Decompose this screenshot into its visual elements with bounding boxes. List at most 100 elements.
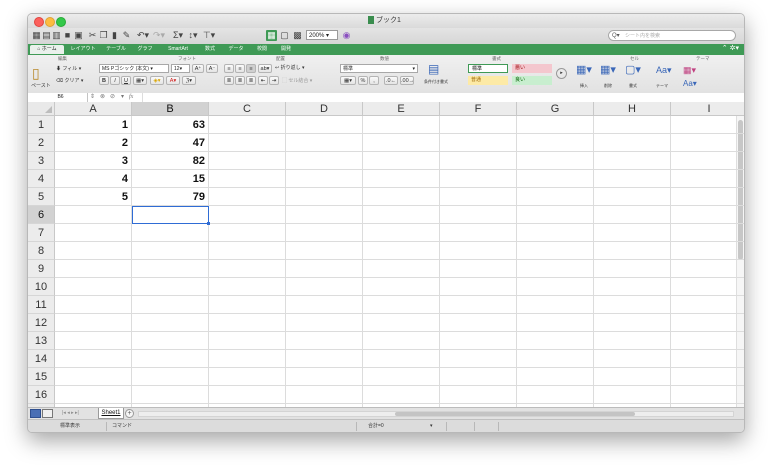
theme-fonts-icon[interactable]: Aa▾ — [683, 79, 697, 88]
underline-button[interactable]: U — [121, 76, 131, 85]
cell-b3[interactable]: 82 — [132, 152, 209, 170]
column-header-e[interactable]: E — [363, 102, 440, 116]
open-icon[interactable]: ▥ — [52, 30, 61, 41]
cell-b4[interactable]: 15 — [132, 170, 209, 188]
name-box-stepper-icon[interactable]: ⇕ — [90, 93, 95, 102]
number-format-select[interactable]: 標準 ▾ — [340, 64, 418, 73]
row-header-15[interactable]: 15 — [28, 368, 55, 386]
column-header-a[interactable]: A — [55, 102, 132, 116]
tab-table[interactable]: テーブル — [102, 45, 130, 54]
zoom-select[interactable]: 200% ▾ — [306, 30, 338, 40]
row-header-12[interactable]: 12 — [28, 314, 55, 332]
align-right-button[interactable]: ≣ — [246, 76, 256, 85]
maximize-window-button[interactable] — [56, 17, 66, 27]
worksheet-grid[interactable]: ABCDEFGHI1234567891011121314151617123456… — [28, 102, 744, 407]
autosum-icon[interactable]: Σ▾ — [172, 30, 184, 41]
font-name-select[interactable]: MS Pゴシック (本文) ▾ — [99, 64, 169, 73]
styles-more-button[interactable]: ▸ — [556, 68, 567, 79]
fill-color-button[interactable]: ◈▾ — [150, 76, 164, 85]
cell-b1[interactable]: 63 — [132, 116, 209, 134]
row-header-8[interactable]: 8 — [28, 242, 55, 260]
accounting-format-button[interactable]: ▦▾ — [340, 76, 356, 85]
insert-button[interactable]: 挿入 — [580, 83, 588, 89]
confirm-entry-icon[interactable]: ⊘ — [110, 93, 115, 102]
undo-icon[interactable]: ↶▾ — [136, 30, 150, 41]
tab-review[interactable]: 校閲 — [252, 45, 272, 54]
redo-icon[interactable]: ↷▾ — [152, 30, 166, 41]
row-header-6[interactable]: 6 — [28, 206, 55, 224]
decrease-decimal-button[interactable]: .00→ — [400, 76, 414, 85]
collapse-ribbon-icon[interactable]: ⌃ ✲▾ — [722, 44, 739, 52]
insert-function-button[interactable]: fx — [129, 93, 133, 102]
column-header-c[interactable]: C — [209, 102, 286, 116]
cell-a3[interactable]: 3 — [55, 152, 132, 170]
align-middle-button[interactable]: ≡ — [235, 64, 245, 73]
close-window-button[interactable] — [34, 17, 44, 27]
minimize-window-button[interactable] — [45, 17, 55, 27]
decrease-indent-button[interactable]: ⇤ — [258, 76, 268, 85]
cut-icon[interactable]: ✂ — [88, 30, 97, 41]
insert-cells-icon[interactable]: ▦▾ — [576, 63, 592, 76]
vertical-scrollbar[interactable] — [736, 116, 744, 407]
column-header-f[interactable]: F — [440, 102, 517, 116]
row-header-1[interactable]: 1 — [28, 116, 55, 134]
cell-b2[interactable]: 47 — [132, 134, 209, 152]
sheet-nav-arrows[interactable]: |◂ ◂ ▸ ▸| — [62, 409, 79, 418]
row-header-10[interactable]: 10 — [28, 278, 55, 296]
align-left-button[interactable]: ≣ — [224, 76, 234, 85]
row-header-7[interactable]: 7 — [28, 224, 55, 242]
column-header-i[interactable]: I — [671, 102, 744, 116]
status-sum-dropdown-icon[interactable]: ▾ — [430, 421, 433, 431]
borders-button[interactable]: ▦▾ — [133, 76, 147, 85]
format-cells-icon[interactable]: ▢▾ — [625, 63, 641, 76]
page-layout-view-button[interactable] — [42, 409, 53, 418]
column-header-b[interactable]: B — [132, 102, 209, 116]
row-header-5[interactable]: 5 — [28, 188, 55, 206]
row-header-16[interactable]: 16 — [28, 386, 55, 404]
gallery-icon[interactable]: ▦ — [32, 30, 41, 41]
align-bottom-button[interactable]: ≡ — [246, 64, 256, 73]
bold-button[interactable]: B — [99, 76, 109, 85]
horizontal-scrollbar[interactable] — [138, 411, 734, 417]
text-effect-button[interactable]: ℨ▾ — [182, 76, 196, 85]
tab-home[interactable]: ⌂ ホーム — [30, 45, 64, 54]
tab-layout[interactable]: レイアウト — [68, 45, 98, 54]
cell-a1[interactable]: 1 — [55, 116, 132, 134]
increase-decimal-button[interactable]: .0← — [384, 76, 398, 85]
filter-icon[interactable]: ⊤▾ — [202, 30, 216, 41]
row-header-11[interactable]: 11 — [28, 296, 55, 314]
fill-button[interactable]: ⬇ フィル ▾ — [56, 65, 81, 72]
normal-view-button[interactable] — [30, 409, 41, 418]
align-center-button[interactable]: ≣ — [235, 76, 245, 85]
cell-a5[interactable]: 5 — [55, 188, 132, 206]
row-header-4[interactable]: 4 — [28, 170, 55, 188]
copy-icon[interactable]: ❐ — [99, 30, 108, 41]
orientation-button[interactable]: ab▾ — [258, 64, 272, 73]
sheet-tab-sheet1[interactable]: Sheet1 — [98, 408, 124, 419]
cell-a2[interactable]: 2 — [55, 134, 132, 152]
select-all-button[interactable] — [28, 102, 55, 116]
sort-icon[interactable]: ↕▾ — [186, 30, 200, 41]
merge-cells-button[interactable]: ⬚ セル結合 ▾ — [282, 77, 312, 84]
themes-button[interactable]: テーマ — [656, 83, 668, 89]
percent-button[interactable]: % — [358, 76, 368, 85]
conditional-format-icon[interactable]: ▤ — [428, 62, 439, 76]
style-normal[interactable]: 標準 — [468, 64, 508, 73]
tab-data[interactable]: データ — [224, 45, 248, 54]
tab-developer[interactable]: 開発 — [276, 45, 296, 54]
paste-large-icon[interactable]: ▯ — [32, 65, 40, 82]
sheet-search-input[interactable]: Q▾ シート内を検索 — [608, 30, 736, 41]
clear-button[interactable]: ⌫ クリア ▾ — [56, 77, 83, 84]
themes-icon[interactable]: Aa▾ — [656, 65, 672, 76]
cell-a4[interactable]: 4 — [55, 170, 132, 188]
style-good[interactable]: 良い — [512, 76, 552, 85]
tab-chart[interactable]: グラフ — [134, 45, 156, 54]
row-header-14[interactable]: 14 — [28, 350, 55, 368]
vertical-scroll-thumb[interactable] — [738, 120, 743, 260]
print-icon[interactable]: ▣ — [74, 30, 83, 41]
font-color-button[interactable]: A▾ — [166, 76, 180, 85]
style-neutral[interactable]: 普通 — [468, 76, 508, 85]
gallery-toggle-icon[interactable]: ▦ — [266, 30, 277, 41]
new-workbook-icon[interactable]: ▤ — [42, 30, 51, 41]
media-browser-icon[interactable]: ▩ — [292, 30, 303, 41]
